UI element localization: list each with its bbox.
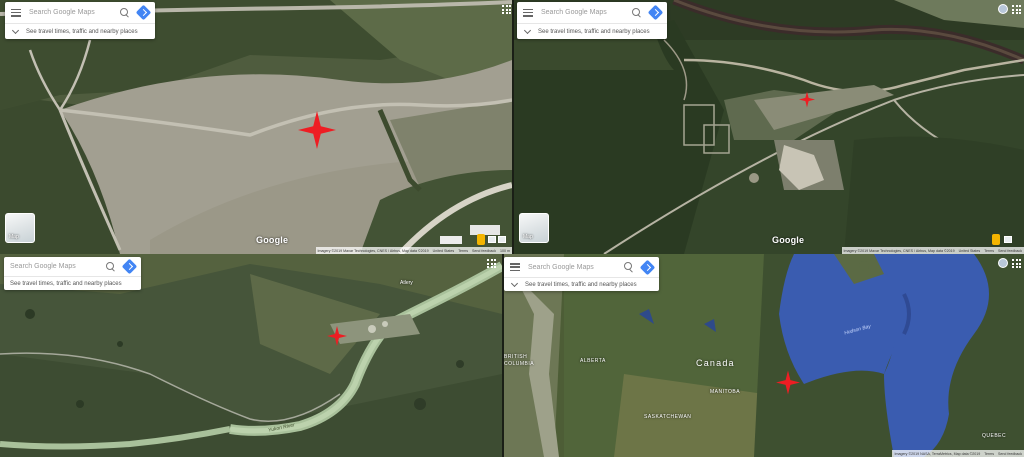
chevron-down-icon[interactable] (11, 26, 20, 35)
map-panel-4[interactable]: Search Google Maps See travel times, tra… (504, 254, 1024, 457)
terms-link[interactable]: Terms (458, 249, 468, 253)
search-icon[interactable] (632, 7, 642, 18)
region-link[interactable]: United States (959, 249, 981, 253)
map-panel-2[interactable]: Search Google Maps See travel times, tra… (514, 0, 1024, 254)
imagery-credit: Imagery ©2019 Maxar Technologies, CNES /… (843, 248, 955, 253)
travel-times-text: See travel times, traffic and nearby pla… (525, 281, 637, 288)
directions-icon[interactable] (135, 4, 152, 21)
attribution-bar: Imagery ©2019 Maxar Technologies, CNES /… (841, 247, 1024, 254)
travel-times-bar[interactable]: See travel times, traffic and nearby pla… (504, 278, 659, 291)
pegman-icon[interactable] (477, 234, 485, 245)
feedback-link[interactable]: Send feedback (998, 249, 1022, 253)
travel-times-bar[interactable]: See travel times, traffic and nearby pla… (5, 24, 155, 39)
avatar[interactable] (998, 258, 1008, 268)
imagery-credit: Imagery ©2019 NASA, TerraMetrics, Map da… (894, 451, 981, 456)
province-label-bc-1: BRITISH (504, 354, 528, 360)
layer-label: Map (523, 234, 533, 240)
chevron-down-icon[interactable] (510, 279, 519, 288)
feedback-link[interactable]: Send feedback (472, 249, 496, 253)
feedback-link[interactable]: Send feedback (998, 452, 1022, 456)
terms-link[interactable]: Terms (984, 452, 994, 456)
layer-toggle[interactable]: Map (519, 213, 549, 243)
menu-icon[interactable] (523, 8, 533, 17)
travel-times-bar[interactable]: See travel times, traffic and nearby pla… (4, 277, 141, 290)
attribution-bar: Imagery ©2019 Maxar Technologies, CNES /… (315, 247, 512, 254)
search-box: Search Google Maps See travel times, tra… (5, 2, 155, 39)
map-panel-1[interactable]: Search Google Maps See travel times, tra… (0, 0, 512, 254)
compass-icon[interactable] (498, 236, 506, 243)
zoom-controls[interactable] (488, 236, 496, 243)
province-label-saskatchewan: SASKATCHEWAN (644, 414, 692, 420)
apps-grid-icon[interactable] (1012, 5, 1021, 14)
search-input[interactable]: Search Google Maps (10, 263, 106, 270)
apps-grid-icon[interactable] (502, 5, 511, 14)
search-icon[interactable] (624, 262, 634, 272)
travel-times-text: See travel times, traffic and nearby pla… (26, 28, 138, 35)
search-box: Search Google Maps See travel times, tra… (4, 257, 141, 290)
google-logo: Google (772, 235, 805, 245)
travel-times-text: See travel times, traffic and nearby pla… (10, 280, 122, 287)
search-input[interactable]: Search Google Maps (29, 9, 120, 16)
pegman-icon[interactable] (992, 234, 1000, 245)
location-marker-icon (776, 370, 800, 395)
location-marker-icon (327, 326, 347, 346)
search-input[interactable]: Search Google Maps (541, 9, 632, 16)
google-logo: Google (256, 235, 289, 245)
scale-bar[interactable]: 100 m (500, 249, 510, 253)
travel-times-text: See travel times, traffic and nearby pla… (538, 28, 650, 35)
search-box: Search Google Maps See travel times, tra… (504, 257, 659, 291)
map-panel-3[interactable]: Search Google Maps See travel times, tra… (0, 254, 502, 457)
menu-icon[interactable] (510, 263, 520, 271)
search-input[interactable]: Search Google Maps (528, 264, 624, 271)
search-box: Search Google Maps See travel times, tra… (517, 2, 667, 39)
search-icon[interactable] (106, 261, 116, 272)
attribution-bar: Imagery ©2019 NASA, TerraMetrics, Map da… (892, 450, 1024, 457)
province-label-manitoba: MANITOBA (710, 389, 741, 395)
apps-grid-icon[interactable] (487, 259, 496, 268)
location-marker-icon (799, 91, 815, 108)
layer-toggle[interactable]: Map (5, 213, 35, 243)
country-label: Canada (696, 358, 735, 368)
location-marker-icon (298, 111, 336, 149)
layer-label: Map (9, 234, 19, 240)
apps-grid-icon[interactable] (1012, 259, 1021, 268)
travel-times-bar[interactable]: See travel times, traffic and nearby pla… (517, 24, 667, 39)
search-icon[interactable] (120, 7, 130, 18)
avatar[interactable] (998, 4, 1008, 14)
province-label-alberta: ALBERTA (580, 358, 606, 364)
directions-icon[interactable] (647, 4, 664, 21)
directions-icon[interactable] (121, 258, 138, 275)
zoom-controls[interactable] (1004, 236, 1012, 243)
directions-icon[interactable] (639, 259, 656, 275)
place-label: Atlery (400, 280, 413, 286)
menu-icon[interactable] (11, 8, 21, 17)
chevron-down-icon[interactable] (523, 26, 532, 35)
terms-link[interactable]: Terms (984, 249, 994, 253)
region-link[interactable]: United States (433, 249, 455, 253)
province-label-bc-2: COLUMBIA (504, 361, 535, 367)
imagery-credit: Imagery ©2019 Maxar Technologies, CNES /… (317, 248, 429, 253)
province-label-quebec: QUEBEC (982, 433, 1007, 439)
